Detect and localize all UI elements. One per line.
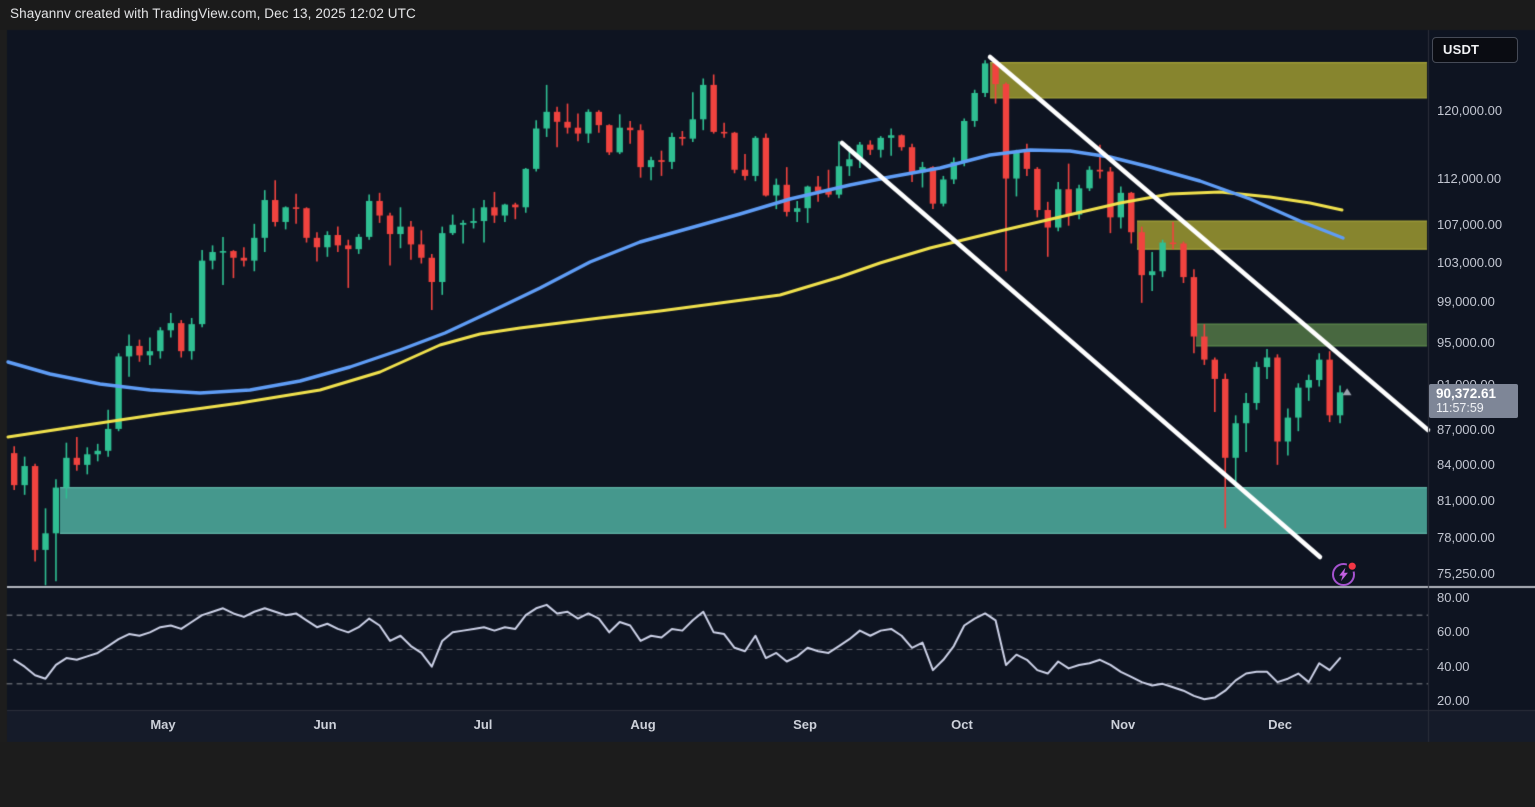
price-tick-label: 107,000.00: [1437, 216, 1502, 234]
price-tick-label: 81,000.00: [1437, 492, 1495, 510]
price-tick-label: 75,250.00: [1437, 565, 1495, 583]
price-tick-label: 95,000.00: [1437, 334, 1495, 352]
month-tick-label: Jul: [474, 716, 493, 734]
price-tick-label: 112,000.00: [1437, 170, 1501, 188]
price-tick-label: 120,000.00: [1437, 102, 1502, 120]
tradingview-chart-page: Shayannv created with TradingView.com, D…: [0, 0, 1535, 807]
rsi-tick-label: 60.00: [1437, 623, 1470, 641]
flash-ideas-button[interactable]: [1329, 559, 1359, 589]
month-tick-label: Oct: [951, 716, 973, 734]
rsi-tick-label: 20.00: [1437, 692, 1470, 710]
price-chart-canvas[interactable]: [0, 0, 1535, 807]
month-tick-label: Jun: [313, 716, 336, 734]
price-tick-label: 84,000.00: [1437, 456, 1495, 474]
price-tick-label: 87,000.00: [1437, 421, 1495, 439]
bar-countdown: 11:57:59: [1436, 401, 1518, 415]
currency-toggle-button[interactable]: USDT: [1432, 37, 1518, 63]
rsi-tick-label: 80.00: [1437, 589, 1470, 607]
month-tick-label: Dec: [1268, 716, 1292, 734]
price-tick-label: 99,000.00: [1437, 293, 1495, 311]
month-tick-label: May: [150, 716, 175, 734]
month-tick-label: Aug: [630, 716, 655, 734]
rsi-tick-label: 40.00: [1437, 658, 1470, 676]
footer-bar: TradingView: [0, 742, 1535, 807]
price-tick-label: 78,000.00: [1437, 529, 1495, 547]
lightning-icon: [1329, 559, 1359, 589]
month-tick-label: Sep: [793, 716, 817, 734]
month-tick-label: Nov: [1111, 716, 1136, 734]
notification-dot-icon: [1348, 562, 1357, 571]
price-tick-label: 103,000.00: [1437, 254, 1502, 272]
last-price-label: 90,372.61 11:57:59: [1429, 384, 1518, 418]
last-price-value: 90,372.61: [1436, 386, 1518, 401]
